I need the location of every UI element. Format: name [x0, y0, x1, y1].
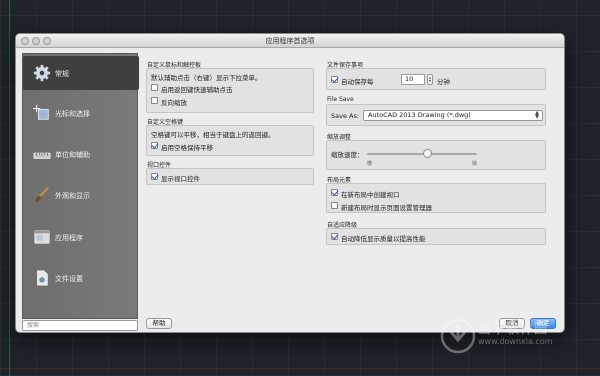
save-as-label: Save As: — [331, 112, 360, 120]
reverse-zoom-label: 反向缩放 — [161, 99, 187, 107]
preferences-window: 应用程序首选项 常规 光标和选择 单位和辅助 外观和显示 应用程序 文件设置 搜… — [15, 33, 565, 333]
watermark-logo-icon — [440, 318, 476, 354]
sidebar-item-general[interactable]: 常规 — [23, 56, 139, 90]
layout-viewport-checkbox[interactable] — [331, 189, 338, 196]
sidebar-item-label: 光标和选择 — [55, 110, 90, 118]
file-icon — [37, 270, 48, 286]
sidebar-item-label: 单位和辅助 — [55, 151, 90, 159]
return-key-label: 启用返回键快速辅助点击 — [161, 86, 233, 94]
save-as-select[interactable]: AutoCAD 2013 Drawing (*.dwg) ▲ ▼ — [363, 110, 543, 121]
window-title: 应用程序首选项 — [265, 37, 315, 45]
autosave-label: 自动保存每 — [341, 78, 374, 86]
sidebar-item-application[interactable]: 应用程序 — [23, 220, 139, 254]
brush-icon — [35, 187, 50, 203]
chevron-updown-icon: ▲ ▼ — [535, 110, 539, 120]
sidebar-item-label: 文件设置 — [55, 275, 83, 283]
gear-icon — [33, 64, 51, 82]
autosave-minutes-input[interactable]: 10 — [401, 74, 425, 85]
sidebar-item-appearance[interactable]: 外观和显示 — [23, 178, 139, 212]
watermark-url: www.downxia.com — [478, 337, 553, 346]
autosave-checkbox[interactable] — [331, 76, 338, 83]
autosave-group-box: 自动保存每 10 分钟 — [326, 68, 546, 90]
window-minimize-button[interactable] — [32, 37, 40, 45]
file-save-group-title: File Save — [327, 96, 354, 103]
viewport-group-box: 显示视口控件 — [146, 168, 314, 185]
viewport-controls-label: 显示视口控件 — [161, 175, 200, 183]
sidebar-item-label: 应用程序 — [55, 234, 83, 242]
layout-group-box: 在新布局中创建视口 新建布局时显示页面设置管理器 — [326, 183, 546, 213]
page-setup-label: 新建布局时显示页面设置管理器 — [341, 204, 432, 212]
return-key-checkbox[interactable] — [151, 84, 158, 91]
page-setup-checkbox[interactable] — [331, 202, 338, 209]
spacebar-group-desc: 空格键可以平移，相当于键盘上的返回键。 — [151, 131, 275, 139]
window-close-button[interactable] — [21, 37, 29, 45]
sidebar-item-label: 常规 — [55, 70, 69, 78]
cad-axis-horizontal — [0, 368, 600, 369]
ruler-icon — [33, 152, 51, 159]
degradation-group-box: 自动降低显示质量以提高性能 — [326, 228, 546, 245]
auto-degrade-label: 自动降低显示质量以提高性能 — [341, 235, 426, 243]
search-input[interactable]: 搜索 — [22, 320, 138, 331]
save-as-value: AutoCAD 2013 Drawing (*.dwg) — [368, 111, 471, 119]
spacebar-pan-checkbox[interactable] — [151, 142, 158, 149]
window-zoom-button[interactable] — [43, 37, 51, 45]
spacebar-pan-label: 启用空格保持平移 — [161, 144, 213, 152]
zoom-group-box: 缩放速度： 慢 快 — [326, 140, 546, 170]
cursor-selection-icon — [33, 104, 49, 120]
zoom-speed-min: 慢 — [367, 161, 373, 167]
zoom-speed-track[interactable] — [367, 153, 477, 155]
file-save-group-box: Save As: AutoCAD 2013 Drawing (*.dwg) ▲ ▼ — [326, 104, 546, 126]
zoom-speed-knob[interactable] — [423, 149, 432, 158]
layout-viewport-label: 在新布局中创建视口 — [341, 191, 400, 199]
mouse-group-box: 默认辅助点击（右键）显示下拉菜单。 启用返回键快速辅助点击 反向缩放 — [146, 68, 314, 113]
autosave-unit: 分钟 — [437, 78, 450, 86]
window-titlebar: 应用程序首选项 — [16, 34, 564, 48]
preferences-sidebar: 常规 光标和选择 单位和辅助 外观和显示 应用程序 文件设置 — [22, 53, 139, 319]
autosave-minutes-stepper[interactable] — [427, 74, 433, 85]
sidebar-item-units[interactable]: 单位和辅助 — [23, 137, 139, 171]
viewport-controls-checkbox[interactable] — [151, 173, 158, 180]
zoom-speed-max: 快 — [472, 161, 478, 167]
sidebar-item-label: 外观和显示 — [55, 192, 90, 200]
watermark-text: 当下软件园 — [478, 322, 549, 337]
spacebar-group-box: 空格键可以平移，相当于键盘上的返回键。 启用空格保持平移 — [146, 125, 314, 156]
application-icon — [34, 230, 50, 244]
sidebar-item-cursor-selection[interactable]: 光标和选择 — [23, 96, 139, 130]
auto-degrade-checkbox[interactable] — [331, 233, 338, 240]
mouse-group-desc: 默认辅助点击（右键）显示下拉菜单。 — [151, 74, 262, 82]
reverse-zoom-checkbox[interactable] — [151, 97, 158, 104]
help-button[interactable]: 帮助 — [146, 318, 172, 329]
sidebar-item-file-settings[interactable]: 文件设置 — [23, 261, 139, 295]
zoom-speed-label: 缩放速度： — [331, 151, 364, 159]
cad-axis-vertical — [9, 0, 10, 376]
